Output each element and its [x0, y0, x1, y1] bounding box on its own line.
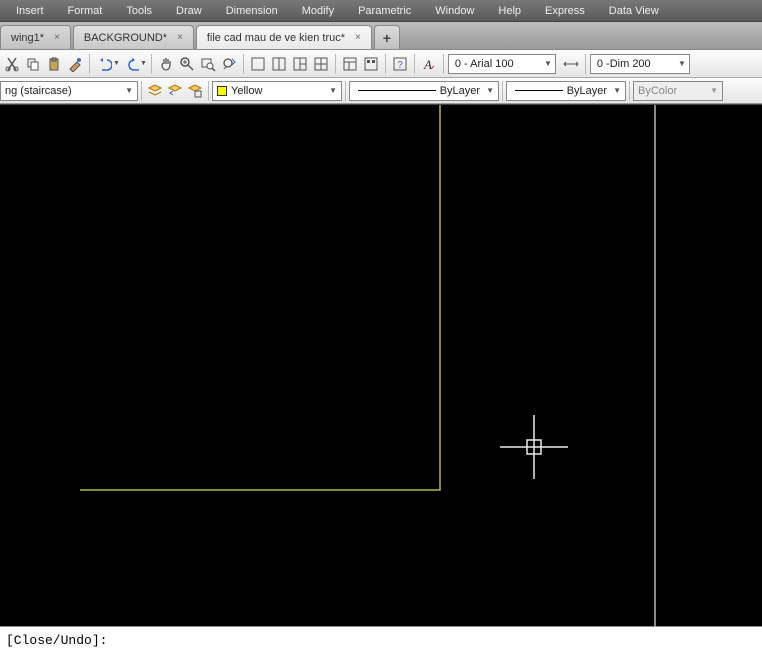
dim-style-value: 0 -Dim 200 — [597, 58, 651, 70]
lineweight-dropdown[interactable]: ByLayer ▼ — [506, 81, 626, 101]
layer-previous-icon[interactable] — [165, 81, 185, 101]
chevron-down-icon: ▼ — [125, 86, 133, 95]
tab-label: wing1* — [11, 32, 44, 44]
dropdown-caret-icon[interactable]: ▼ — [113, 60, 120, 67]
document-tab-active[interactable]: file cad mau de ve kien truc* × — [196, 25, 372, 49]
lineweight-label: ByLayer — [567, 85, 607, 97]
help-icon[interactable]: ? — [390, 54, 410, 74]
color-label: Yellow — [231, 85, 262, 97]
chevron-down-icon: ▼ — [486, 86, 494, 95]
drawing-content — [0, 105, 762, 627]
linetype-dropdown[interactable]: ByLayer ▼ — [349, 81, 499, 101]
menu-tools[interactable]: Tools — [114, 2, 164, 20]
chevron-down-icon: ▼ — [538, 59, 552, 68]
close-icon[interactable]: × — [177, 32, 183, 43]
dropdown-caret-icon[interactable]: ▼ — [140, 60, 147, 67]
tab-label: file cad mau de ve kien truc* — [207, 32, 345, 44]
document-tab[interactable]: BACKGROUND* × — [73, 25, 194, 49]
command-prompt: [Close/Undo]: — [6, 633, 107, 648]
menu-dimension[interactable]: Dimension — [214, 2, 290, 20]
separator — [141, 81, 142, 101]
new-tab-button[interactable]: + — [374, 25, 400, 49]
separator — [345, 81, 346, 101]
drawing-canvas[interactable] — [0, 104, 762, 626]
undo-icon[interactable] — [94, 54, 114, 74]
copy-icon[interactable] — [23, 54, 43, 74]
design-center-icon[interactable] — [361, 54, 381, 74]
svg-text:A: A — [423, 57, 432, 72]
separator — [89, 54, 90, 74]
plotstyle-label: ByColor — [638, 85, 677, 97]
plotstyle-dropdown[interactable]: ByColor ▼ — [633, 81, 723, 101]
menu-format[interactable]: Format — [56, 2, 115, 20]
layer-name: ng (staircase) — [5, 85, 72, 97]
document-tab-bar: wing1* × BACKGROUND* × file cad mau de v… — [0, 22, 762, 50]
text-style-dropdown[interactable]: 0 - Arial 100 ▼ — [448, 54, 556, 74]
separator — [208, 81, 209, 101]
separator — [385, 54, 386, 74]
cut-icon[interactable] — [2, 54, 22, 74]
viewport-single-icon[interactable] — [248, 54, 268, 74]
text-style-value: 0 - Arial 100 — [455, 58, 514, 70]
chevron-down-icon: ▼ — [672, 59, 686, 68]
paste-icon[interactable] — [44, 54, 64, 74]
linetype-label: ByLayer — [440, 85, 480, 97]
viewport-two-icon[interactable] — [269, 54, 289, 74]
lineweight-preview — [515, 90, 563, 91]
separator — [443, 54, 444, 74]
zoom-previous-icon[interactable] — [219, 54, 239, 74]
separator — [629, 81, 630, 101]
plus-icon: + — [383, 30, 391, 46]
color-swatch — [217, 86, 227, 96]
zoom-window-icon[interactable] — [198, 54, 218, 74]
properties-icon[interactable] — [340, 54, 360, 74]
menu-window[interactable]: Window — [423, 2, 486, 20]
redo-icon[interactable] — [121, 54, 141, 74]
menu-express[interactable]: Express — [533, 2, 597, 20]
separator — [414, 54, 415, 74]
toolbar-main: ▼ ▼ ? A 0 - Arial 100 ▼ 0 -Dim 200 ▼ — [0, 50, 762, 78]
pan-icon[interactable] — [156, 54, 176, 74]
menu-parametric[interactable]: Parametric — [346, 2, 423, 20]
separator — [243, 54, 244, 74]
menu-insert[interactable]: Insert — [4, 2, 56, 20]
command-line[interactable]: [Close/Undo]: — [0, 626, 762, 654]
close-icon[interactable]: × — [355, 32, 361, 43]
layer-dropdown[interactable]: ng (staircase) ▼ — [0, 81, 138, 101]
viewport-three-icon[interactable] — [290, 54, 310, 74]
separator — [585, 54, 586, 74]
menu-modify[interactable]: Modify — [290, 2, 346, 20]
linetype-preview — [358, 90, 436, 91]
viewport-four-icon[interactable] — [311, 54, 331, 74]
svg-text:?: ? — [397, 60, 403, 71]
menu-bar: Insert Format Tools Draw Dimension Modif… — [0, 0, 762, 22]
document-tab[interactable]: wing1* × — [0, 25, 71, 49]
menu-draw[interactable]: Draw — [164, 2, 214, 20]
chevron-down-icon: ▼ — [329, 86, 337, 95]
toolbar-layer: ng (staircase) ▼ Yellow ▼ ByLayer ▼ ByLa… — [0, 78, 762, 104]
text-style-icon[interactable]: A — [419, 54, 439, 74]
chevron-down-icon: ▼ — [613, 86, 621, 95]
separator — [151, 54, 152, 74]
menu-help[interactable]: Help — [486, 2, 533, 20]
tab-label: BACKGROUND* — [84, 32, 167, 44]
layer-properties-icon[interactable] — [185, 81, 205, 101]
layer-state-icon[interactable] — [145, 81, 165, 101]
chevron-down-icon: ▼ — [710, 86, 718, 95]
menu-dataview[interactable]: Data View — [597, 2, 671, 20]
dim-style-icon[interactable] — [561, 54, 581, 74]
zoom-realtime-icon[interactable] — [177, 54, 197, 74]
separator — [335, 54, 336, 74]
dim-style-dropdown[interactable]: 0 -Dim 200 ▼ — [590, 54, 690, 74]
separator — [502, 81, 503, 101]
color-dropdown[interactable]: Yellow ▼ — [212, 81, 342, 101]
close-icon[interactable]: × — [54, 32, 60, 43]
match-properties-icon[interactable] — [65, 54, 85, 74]
